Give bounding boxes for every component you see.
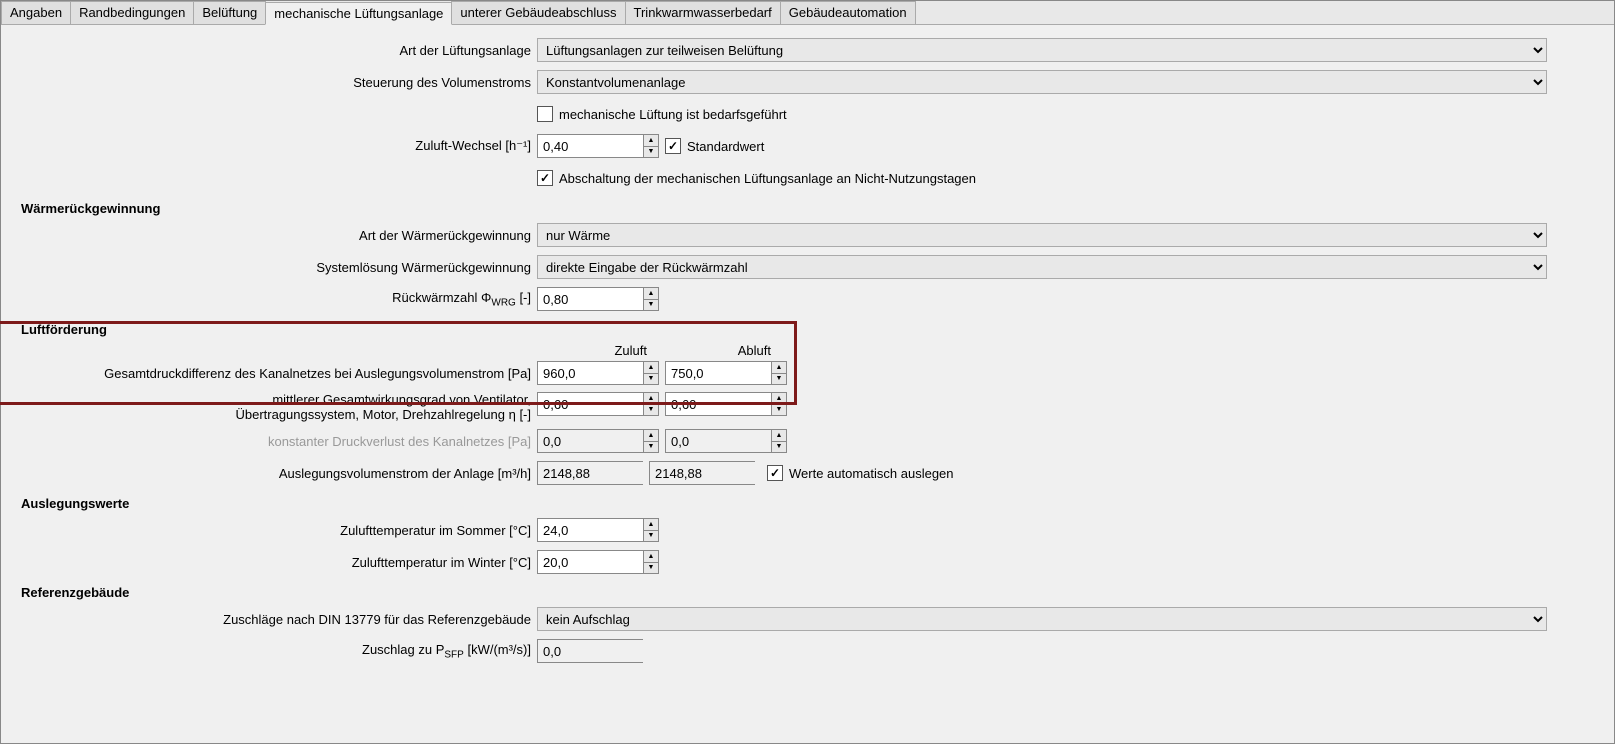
- input-zuluft-wechsel[interactable]: [537, 134, 643, 158]
- spinner-druckverlust-abluft: ▲▼: [771, 429, 787, 453]
- app-window: Angaben Randbedingungen Belüftung mechan…: [0, 0, 1615, 744]
- label-werte-auto: Werte automatisch auslegen: [789, 466, 954, 481]
- checkbox-mech-bedarf[interactable]: [537, 106, 553, 122]
- select-steuerung[interactable]: Konstantvolumenanlage: [537, 70, 1547, 94]
- label-auslegungsvolumen: Auslegungsvolumenstrom der Anlage [m³/h]: [17, 466, 537, 481]
- spinner-zuluft-wechsel[interactable]: ▲▼: [643, 134, 659, 158]
- label-systemloesung: Systemlösung Wärmerückgewinnung: [17, 260, 537, 275]
- header-zuluft: Zuluft: [543, 343, 667, 358]
- label-zuschlaege: Zuschläge nach DIN 13779 für das Referen…: [17, 612, 537, 627]
- label-druckverlust: konstanter Druckverlust des Kanalnetzes …: [17, 434, 537, 449]
- spinner-gesamtdruck-abluft[interactable]: ▲▼: [771, 361, 787, 385]
- select-zuschlaege[interactable]: kein Aufschlag: [537, 607, 1547, 631]
- label-gesamtdruck: Gesamtdruckdifferenz des Kanalnetzes bei…: [17, 366, 537, 381]
- input-wirkungsgrad-zuluft[interactable]: [537, 392, 643, 416]
- spinner-wirkungsgrad-zuluft[interactable]: ▲▼: [643, 392, 659, 416]
- label-abschaltung: Abschaltung der mechanischen Lüftungsanl…: [559, 171, 976, 186]
- label-zuluft-wechsel: Zuluft-Wechsel [h⁻¹]: [17, 138, 537, 154]
- label-art-wrg: Art der Wärmerückgewinnung: [17, 228, 537, 243]
- checkbox-abschaltung[interactable]: ✓: [537, 170, 553, 186]
- label-art-lueftung: Art der Lüftungsanlage: [17, 43, 537, 58]
- input-zuluft-winter[interactable]: [537, 550, 643, 574]
- tab-unterer-gebaeudeabschluss[interactable]: unterer Gebäudeabschluss: [451, 1, 625, 24]
- input-wirkungsgrad-abluft[interactable]: [665, 392, 771, 416]
- input-druckverlust-abluft: [665, 429, 771, 453]
- input-rueckwaermzahl[interactable]: [537, 287, 643, 311]
- label-zuschlag-psfp: Zuschlag zu PSFP [kW/(m³/s)]: [17, 642, 537, 661]
- spinner-rueckwaermzahl[interactable]: ▲▼: [643, 287, 659, 311]
- tab-trinkwarmwasserbedarf[interactable]: Trinkwarmwasserbedarf: [625, 1, 781, 24]
- input-gesamtdruck-zuluft[interactable]: [537, 361, 643, 385]
- select-art-lueftung[interactable]: Lüftungsanlagen zur teilweisen Belüftung: [537, 38, 1547, 62]
- tab-content: Art der Lüftungsanlage Lüftungsanlagen z…: [1, 25, 1614, 686]
- input-druckverlust-zuluft: [537, 429, 643, 453]
- input-zuschlag-psfp: [537, 639, 643, 663]
- spinner-gesamtdruck-zuluft[interactable]: ▲▼: [643, 361, 659, 385]
- spinner-wirkungsgrad-abluft[interactable]: ▲▼: [771, 392, 787, 416]
- tab-belueftung[interactable]: Belüftung: [193, 1, 266, 24]
- spinner-druckverlust-zuluft: ▲▼: [643, 429, 659, 453]
- checkbox-standardwert[interactable]: ✓: [665, 138, 681, 154]
- label-rueckwaermzahl: Rückwärmzahl ΦWRG [-]: [17, 290, 537, 309]
- tab-mech-lueftungsanlage[interactable]: mechanische Lüftungsanlage: [265, 2, 452, 25]
- input-auslegungsvolumen-zuluft: [537, 461, 643, 485]
- input-zuluft-sommer[interactable]: [537, 518, 643, 542]
- input-gesamtdruck-abluft[interactable]: [665, 361, 771, 385]
- select-art-wrg[interactable]: nur Wärme: [537, 223, 1547, 247]
- header-abluft: Abluft: [667, 343, 791, 358]
- checkbox-werte-auto[interactable]: ✓: [767, 465, 783, 481]
- label-zuluft-sommer: Zulufttemperatur im Sommer [°C]: [17, 523, 537, 538]
- label-wirkungsgrad: mittlerer Gesamtwirkungsgrad von Ventila…: [17, 392, 537, 422]
- spinner-zuluft-sommer[interactable]: ▲▼: [643, 518, 659, 542]
- spinner-zuluft-winter[interactable]: ▲▼: [643, 550, 659, 574]
- tab-angaben[interactable]: Angaben: [1, 1, 71, 24]
- section-luftfoerderung: Luftförderung: [21, 322, 1598, 337]
- section-waermerueckgewinnung: Wärmerückgewinnung: [21, 201, 1598, 216]
- label-zuluft-winter: Zulufttemperatur im Winter [°C]: [17, 555, 537, 570]
- label-steuerung: Steuerung des Volumenstroms: [17, 75, 537, 90]
- label-mech-bedarf: mechanische Lüftung ist bedarfsgeführt: [559, 107, 787, 122]
- tab-randbedingungen[interactable]: Randbedingungen: [70, 1, 194, 24]
- section-referenzgebaeude: Referenzgebäude: [21, 585, 1598, 600]
- label-standardwert: Standardwert: [687, 139, 764, 154]
- column-headers: Zuluft Abluft: [543, 343, 1598, 358]
- tab-bar: Angaben Randbedingungen Belüftung mechan…: [1, 1, 1614, 25]
- select-systemloesung[interactable]: direkte Eingabe der Rückwärmzahl: [537, 255, 1547, 279]
- section-auslegungswerte: Auslegungswerte: [21, 496, 1598, 511]
- input-auslegungsvolumen-abluft: [649, 461, 755, 485]
- tab-gebaeudeautomation[interactable]: Gebäudeautomation: [780, 1, 916, 24]
